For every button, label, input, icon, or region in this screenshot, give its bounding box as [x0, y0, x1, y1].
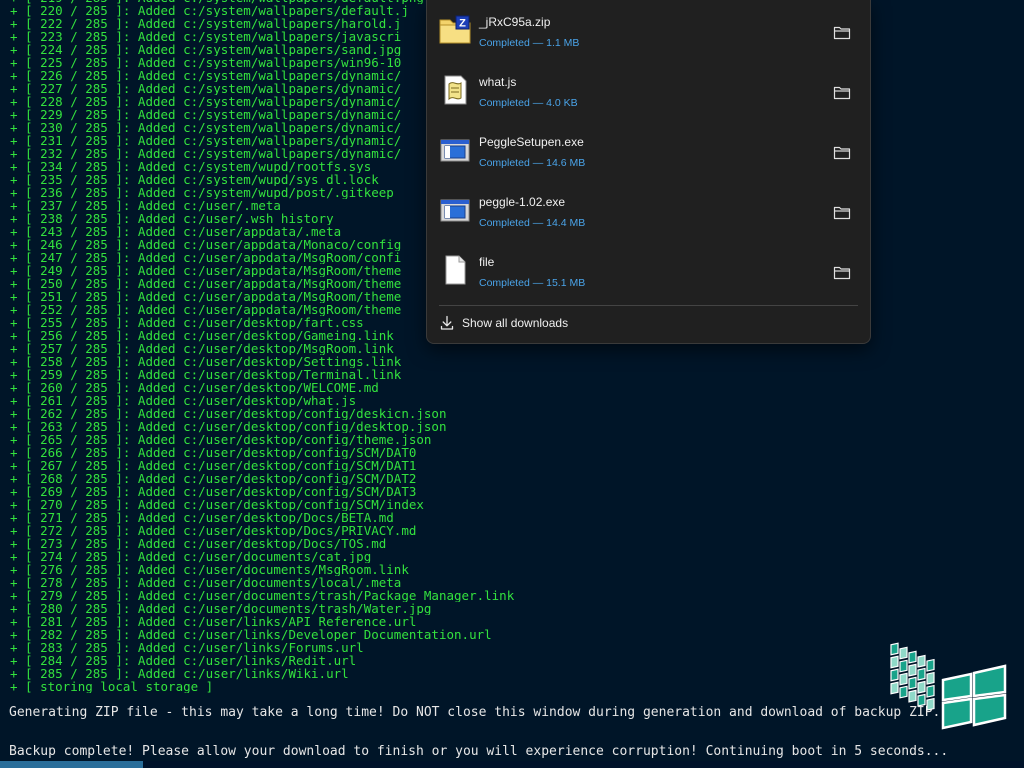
logo-window-panes: [941, 664, 1007, 730]
backup-complete-message: Backup complete! Please allow your downl…: [9, 744, 949, 759]
open-folder-icon[interactable]: [833, 204, 851, 220]
downloads-flyout: Z _jRxC95a.zip Completed — 1.1 MB what.js Co…: [426, 0, 871, 344]
logo-flag-tile: [890, 668, 899, 682]
download-item[interactable]: what.js Completed — 4.0 KB: [427, 60, 870, 120]
terminal-log-line: + [ 273 / 285 ]: Added c:/user/desktop/D…: [10, 537, 387, 550]
terminal-log-line: + [ 266 / 285 ]: Added c:/user/desktop/c…: [10, 446, 417, 459]
download-item[interactable]: peggle-1.02.exe Completed — 14.4 MB: [427, 180, 870, 240]
terminal-log-line: + [ 259 / 285 ]: Added c:/user/desktop/T…: [10, 368, 402, 381]
download-status: Completed — 15.1 MB: [479, 277, 586, 289]
logo-flag-tile: [908, 663, 917, 677]
svg-text:Z: Z: [459, 18, 466, 30]
logo-flag-tile: [917, 680, 926, 694]
logo-flag-tile: [917, 667, 926, 681]
download-filename: peggle-1.02.exe: [479, 195, 566, 209]
logo-flag-tile: [890, 681, 899, 695]
logo-flag-tile: [899, 672, 908, 686]
terminal-log-line: + [ 272 / 285 ]: Added c:/user/desktop/D…: [10, 524, 417, 537]
terminal-log-line: + [ 268 / 285 ]: Added c:/user/desktop/c…: [10, 472, 417, 485]
download-item[interactable]: Z _jRxC95a.zip Completed — 1.1 MB: [427, 0, 870, 60]
boot-progress-fill: [0, 761, 144, 768]
show-all-downloads-button[interactable]: Show all downloads: [439, 313, 568, 333]
windows96-logo-icon: [890, 642, 1007, 730]
download-filename: what.js: [479, 75, 517, 89]
terminal-log-line: + [ 265 / 285 ]: Added c:/user/desktop/c…: [10, 433, 432, 446]
open-folder-icon[interactable]: [833, 84, 851, 100]
logo-flag-tile: [899, 685, 908, 699]
terminal-log-line: + [ 269 / 285 ]: Added c:/user/desktop/c…: [10, 485, 417, 498]
logo-flag-tile: [926, 658, 935, 672]
terminal-log-line: + [ 279 / 285 ]: Added c:/user/documents…: [10, 589, 515, 602]
terminal-log-line: + [ 276 / 285 ]: Added c:/user/documents…: [10, 563, 409, 576]
terminal-log-line: + [ 284 / 285 ]: Added c:/user/links/Red…: [10, 654, 357, 667]
download-status: Completed — 1.1 MB: [479, 37, 580, 49]
logo-flag-tile: [890, 642, 899, 656]
terminal-log-line: + [ 274 / 285 ]: Added c:/user/documents…: [10, 550, 372, 563]
logo-flag-tile: [917, 654, 926, 668]
terminal-log-line: + [ 278 / 285 ]: Added c:/user/documents…: [10, 576, 402, 589]
download-status: Completed — 4.0 KB: [479, 97, 578, 109]
logo-flag-tile: [899, 646, 908, 660]
logo-flag-tile: [890, 655, 899, 669]
boot-progress-bar: [0, 761, 1024, 768]
download-status: Completed — 14.4 MB: [479, 217, 586, 229]
download-item[interactable]: file Completed — 15.1 MB: [427, 240, 870, 300]
download-filename: _jRxC95a.zip: [479, 15, 551, 29]
logo-flag-tile: [908, 650, 917, 664]
terminal-log-line: + [ storing local storage ]: [10, 680, 214, 693]
logo-flag-tile: [908, 689, 917, 703]
terminal-log-line: + [ 283 / 285 ]: Added c:/user/links/For…: [10, 641, 364, 654]
download-filename: file: [479, 255, 495, 269]
logo-flag-tile: [899, 659, 908, 673]
logo-flag-tile: [926, 684, 935, 698]
terminal-log-line: + [ 281 / 285 ]: Added c:/user/links/API…: [10, 615, 417, 628]
logo-waving-flag: [890, 642, 935, 711]
logo-flag-tile: [926, 697, 935, 711]
terminal-log-line: + [ 280 / 285 ]: Added c:/user/documents…: [10, 602, 432, 615]
show-all-downloads-label: Show all downloads: [462, 316, 569, 330]
download-item[interactable]: PeggleSetupen.exe Completed — 14.6 MB: [427, 120, 870, 180]
terminal-log-line: + [ 285 / 285 ]: Added c:/user/links/Wik…: [10, 667, 349, 680]
terminal-log-line: + [ 271 / 285 ]: Added c:/user/desktop/D…: [10, 511, 394, 524]
terminal-log-line: + [ 258 / 285 ]: Added c:/user/desktop/S…: [10, 355, 402, 368]
open-folder-icon[interactable]: [833, 264, 851, 280]
executable-icon: [440, 199, 470, 222]
blank-file-icon: [445, 255, 466, 285]
downloads-divider: [439, 305, 858, 306]
terminal-log-line: + [ 263 / 285 ]: Added c:/user/desktop/c…: [10, 420, 447, 433]
executable-icon: [440, 139, 470, 162]
terminal-log-line: + [ 260 / 285 ]: Added c:/user/desktop/W…: [10, 381, 379, 394]
terminal-log-line: + [ 270 / 285 ]: Added c:/user/desktop/c…: [10, 498, 424, 511]
open-folder-icon[interactable]: [833, 24, 851, 40]
terminal-log-line: + [ 261 / 285 ]: Added c:/user/desktop/w…: [10, 394, 357, 407]
terminal-log-line: + [ 282 / 285 ]: Added c:/user/links/Dev…: [10, 628, 492, 641]
terminal-log-line: + [ 267 / 285 ]: Added c:/user/desktop/c…: [10, 459, 417, 472]
zip-folder-icon: Z: [439, 15, 471, 44]
script-file-icon: [444, 75, 467, 105]
open-folder-icon[interactable]: [833, 144, 851, 160]
logo-flag-tile: [917, 693, 926, 707]
logo-flag-tile: [926, 671, 935, 685]
download-icon: [440, 315, 454, 330]
logo-flag-tile: [908, 676, 917, 690]
download-filename: PeggleSetupen.exe: [479, 135, 584, 149]
terminal-log-line: + [ 262 / 285 ]: Added c:/user/desktop/c…: [10, 407, 447, 420]
zip-generation-message: Generating ZIP file - this may take a lo…: [9, 705, 941, 720]
download-status: Completed — 14.6 MB: [479, 157, 586, 169]
